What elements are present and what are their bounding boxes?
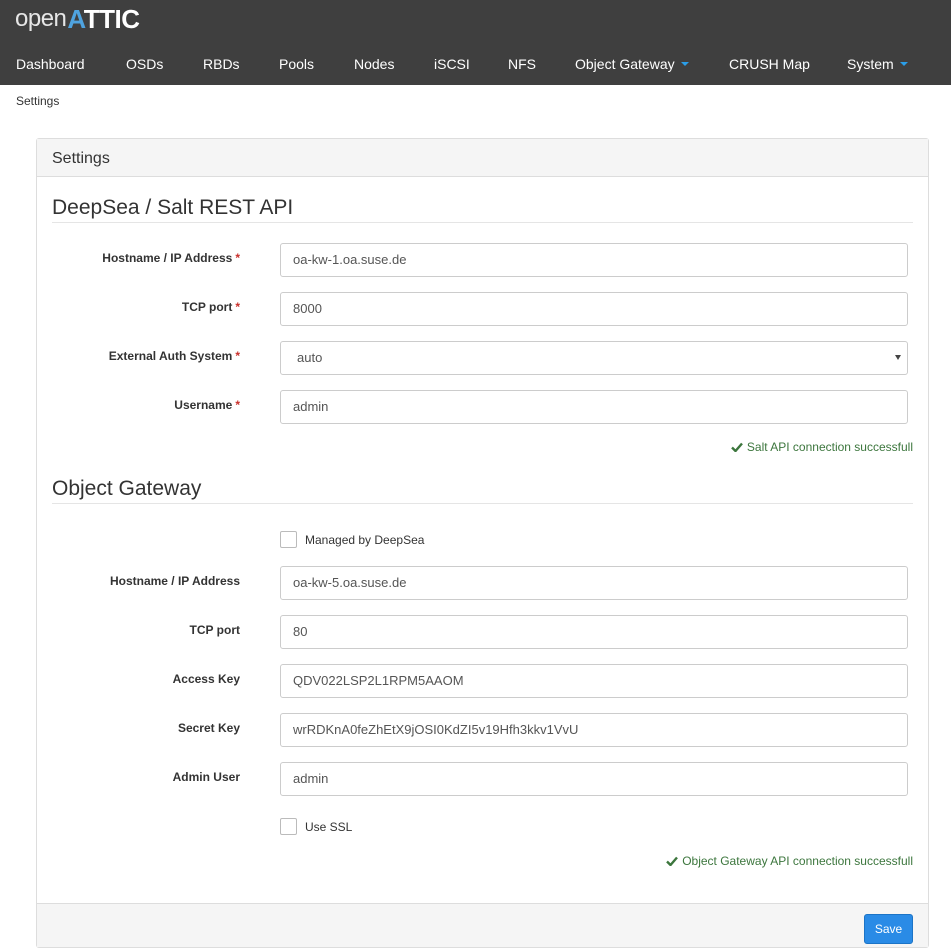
check-icon [666, 856, 679, 866]
managed-by-deepsea-checkbox[interactable] [280, 531, 297, 548]
rgw-hostname-label: Hostname / IP Address [109, 574, 240, 588]
section-divider [52, 222, 913, 223]
deepsea-tcp-port-input[interactable]: 8000 [280, 292, 908, 326]
deepsea-username-label: Username * [174, 398, 240, 412]
object-gateway-api-status-text: Object Gateway API connection successful… [682, 854, 913, 868]
deepsea-section-title: DeepSea / Salt REST API [52, 196, 294, 219]
external-auth-system-select[interactable]: auto [280, 341, 908, 375]
nav-item-object-gateway-label: Object Gateway [575, 56, 675, 72]
nav-item-nodes[interactable]: Nodes [354, 56, 394, 72]
required-marker: * [235, 398, 240, 412]
deepsea-hostname-label: Hostname / IP Address * [102, 251, 240, 265]
access-key-label: Access Key [172, 672, 240, 686]
deepsea-hostname-input[interactable]: oa-kw-1.oa.suse.de [280, 243, 908, 277]
required-marker: * [235, 349, 240, 363]
logo-attic-text: ATTIC [67, 4, 140, 34]
managed-by-deepsea-row[interactable]: Managed by DeepSea [280, 531, 424, 548]
panel-title: Settings [52, 150, 110, 167]
nav-item-rbds[interactable]: RBDs [203, 56, 240, 72]
panel-footer: Save [37, 903, 928, 947]
required-marker: * [235, 251, 240, 265]
required-marker: * [235, 300, 240, 314]
openattic-logo[interactable]: open ATTIC [15, 3, 140, 33]
deepsea-tcp-port-label: TCP port * [181, 300, 240, 314]
use-ssl-label: Use SSL [305, 819, 353, 834]
rgw-tcp-port-label: TCP port [189, 623, 240, 637]
object-gateway-section-title: Object Gateway [52, 477, 202, 500]
external-auth-system-label: External Auth System * [108, 349, 240, 363]
secret-key-input[interactable]: wrRDKnA0feZhEtX9jOSI0KdZI5v19Hfh3kkv1VvU [280, 713, 908, 747]
breadcrumb[interactable]: Settings [16, 94, 59, 108]
admin-user-input[interactable]: admin [280, 762, 908, 796]
nav-item-osds[interactable]: OSDs [126, 56, 163, 72]
nav-item-object-gateway[interactable]: Object Gateway [575, 56, 689, 72]
secret-key-label: Secret Key [177, 721, 240, 735]
select-arrow-icon [895, 355, 901, 360]
use-ssl-row[interactable]: Use SSL [280, 818, 352, 835]
rgw-tcp-port-input[interactable]: 80 [280, 615, 908, 649]
section-divider [52, 503, 913, 504]
use-ssl-checkbox[interactable] [280, 818, 297, 835]
salt-api-status-text: Salt API connection successfull [746, 440, 913, 454]
settings-panel: Settings DeepSea / Salt REST API Hostnam… [36, 138, 929, 948]
nav-item-iscsi[interactable]: iSCSI [434, 56, 470, 72]
access-key-input[interactable]: QDV022LSP2L1RPM5AAOM [280, 664, 908, 698]
logo-open-text: open [15, 5, 67, 32]
object-gateway-api-status: Object Gateway API connection successful… [666, 854, 913, 868]
nav-item-system[interactable]: System [847, 56, 908, 72]
rgw-hostname-input[interactable]: oa-kw-5.oa.suse.de [280, 566, 908, 600]
nav-item-crush-map[interactable]: CRUSH Map [729, 56, 810, 72]
dropdown-caret-icon [680, 62, 689, 67]
external-auth-system-value: auto [297, 350, 323, 365]
managed-by-deepsea-label: Managed by DeepSea [305, 532, 425, 547]
nav-item-nfs[interactable]: NFS [508, 56, 536, 72]
nav-item-system-label: System [847, 56, 894, 72]
deepsea-username-input[interactable]: admin [280, 390, 908, 424]
admin-user-label: Admin User [172, 770, 240, 784]
nav-item-pools[interactable]: Pools [279, 56, 314, 72]
check-icon [731, 442, 743, 452]
nav-item-dashboard[interactable]: Dashboard [16, 56, 85, 72]
dropdown-caret-icon [899, 62, 908, 67]
salt-api-status: Salt API connection successfull [731, 440, 913, 454]
top-navbar: open ATTIC Dashboard OSDs RBDs Pools Nod… [0, 0, 951, 85]
panel-heading: Settings [37, 139, 928, 177]
